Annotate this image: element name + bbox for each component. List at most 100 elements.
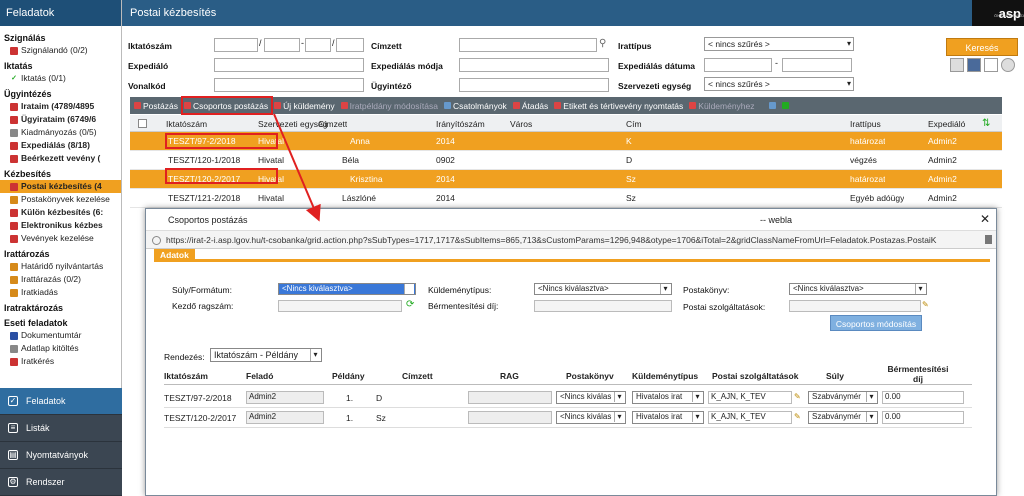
grid-column-2[interactable]: Címzett (318, 119, 347, 129)
nav-2[interactable]: ▤ Nyomtatványok (0, 442, 122, 469)
toolbar-button-6[interactable]: Etikett és tértivevény nyomtatás (554, 101, 683, 111)
dialog-cell-szolg[interactable]: K_AJN, K_TEV (708, 391, 792, 404)
document-icon (10, 102, 18, 111)
date-to-input[interactable] (782, 58, 852, 72)
sidebar-section-5: Iratraktározás (0, 299, 121, 314)
dialog-cell-kuldemeny[interactable]: Hivatalos irat (632, 411, 704, 424)
cimzett-input[interactable] (459, 38, 597, 52)
help-icon[interactable] (1001, 58, 1015, 72)
nav-0[interactable]: ✓ Feladatok (0, 388, 122, 415)
sidebar-item-6-0[interactable]: Dokumentumtár (0, 329, 121, 342)
toolbar-button-2[interactable]: Új küldemény (274, 101, 335, 111)
iktatoszam-input-2[interactable] (264, 38, 300, 52)
sidebar-item-3-4[interactable]: Vevények kezelése (0, 232, 121, 245)
grid-column-7[interactable]: Expediáló (928, 119, 965, 129)
expedialo-input[interactable] (214, 58, 364, 72)
select-all-checkbox[interactable] (138, 119, 147, 128)
iktatoszam-input-1[interactable] (214, 38, 258, 52)
dialog-cell-felado[interactable]: Admin2 (246, 411, 324, 424)
sidebar-item-0-0[interactable]: Szignálandó (0/2) (0, 44, 121, 57)
refresh-icon[interactable]: ⟳ (406, 299, 414, 310)
search-icon[interactable]: ⚲ (599, 38, 606, 49)
dialog-cell-szolg[interactable]: K_AJN, K_TEV (708, 411, 792, 424)
dialog-cell-dij[interactable]: 0.00 (882, 391, 964, 404)
postai-szolgaltatasok-input[interactable] (789, 300, 921, 312)
suly-select[interactable]: <Nincs kiválasztva> (278, 283, 416, 295)
grid-column-4[interactable]: Város (510, 119, 532, 129)
dialog-cell-peldany: 1. (346, 413, 354, 423)
sidebar-item-6-1[interactable]: Adatlap kitöltés (0, 342, 121, 355)
globe-icon (152, 236, 161, 245)
bermentesitesi-dij-input[interactable] (534, 300, 672, 312)
sidebar-item-2-1[interactable]: Ügyirataim (6749/6 (0, 113, 121, 126)
vonalkod-input[interactable] (214, 78, 364, 92)
new-document-icon[interactable] (984, 58, 998, 72)
sidebar-section-label: Kézbesítés (4, 169, 52, 179)
excel-icon[interactable] (781, 102, 789, 109)
asp-logo: ÖNKORMÁNYZATI asp (972, 0, 1024, 26)
dialog-cell-suly[interactable]: Szabványmér (808, 391, 878, 404)
dialog-cell-rag[interactable] (468, 411, 552, 424)
ugyintezo-input[interactable] (459, 78, 609, 92)
save-icon[interactable] (967, 58, 981, 72)
dialog-cell-iktatoszam: TESZT/120-2/2017 (164, 413, 237, 423)
csoportos-modositas-button[interactable]: Csoportos módosítás (830, 315, 922, 331)
dialog-cell-felado[interactable]: Admin2 (246, 391, 324, 404)
close-icon[interactable]: ✕ (980, 212, 990, 226)
sidebar-item-4-2[interactable]: Iratkiadás (0, 286, 121, 299)
sidebar-item-4-1[interactable]: Irattárazás (0/2) (0, 273, 121, 286)
grid-column-5[interactable]: Cím (626, 119, 642, 129)
calendar-icon (10, 262, 18, 271)
szervezeti-egyseg-select[interactable]: < nincs szűrés > (704, 77, 854, 91)
kezdo-ragszam-input[interactable] (278, 300, 402, 312)
kuldemenytipus-select[interactable]: <Nincs kiválasztva> (534, 283, 672, 295)
dialog-cell-postakonyv[interactable]: <Nincs kiválas (556, 411, 626, 424)
toolbar-button-0[interactable]: Postázás (134, 101, 178, 111)
search-button[interactable]: Keresés (946, 38, 1018, 56)
date-from-input[interactable] (704, 58, 772, 72)
dialog-cell-suly[interactable]: Szabványmér (808, 411, 878, 424)
sidebar-item-2-4[interactable]: Beérkezett vevény ( (0, 152, 121, 165)
dialog-cell-rag[interactable] (468, 391, 552, 404)
sidebar-item-label: Határidő nyilvántartás (21, 261, 104, 271)
sidebar: Feladatok Szignálás Szignálandó (0/2) Ikta… (0, 0, 122, 496)
pencil-icon[interactable]: ✎ (794, 413, 802, 421)
postakonyv-select[interactable]: <Nincs kiválasztva> (789, 283, 927, 295)
toolbar-button-4[interactable]: Csatolmányok (443, 101, 507, 111)
dialog-cell-postakonyv[interactable]: <Nincs kiválas (556, 391, 626, 404)
nav-3[interactable]: ⚙ Rendszer (0, 469, 122, 496)
sidebar-item-4-0[interactable]: Határidő nyilvántartás (0, 260, 121, 273)
dialog-cell-kuldemeny[interactable]: Hivatalos irat (632, 391, 704, 404)
refresh-icon[interactable]: ⇅ (982, 118, 990, 129)
sidebar-item-3-2[interactable]: Külön kézbesítés (6: (0, 206, 121, 219)
dialog-cell-dij[interactable]: 0.00 (882, 411, 964, 424)
grid-column-3[interactable]: Irányítószám (436, 119, 485, 129)
sidebar-item-1-0[interactable]: ✓ Iktatás (0/1) (0, 72, 121, 85)
nav-1[interactable]: ≡ Listák (0, 415, 122, 442)
sidebar-item-2-3[interactable]: Expediálás (8/18) (0, 139, 121, 152)
sidebar-item-3-1[interactable]: Postakönyvek kezelése (0, 193, 121, 206)
toolbar-icon (689, 102, 697, 109)
sidebar-item-3-3[interactable]: Elektronikus kézbes (0, 219, 121, 232)
document-icon (10, 115, 18, 124)
expedialas-modja-input[interactable] (459, 58, 609, 72)
grid-column-0[interactable]: Iktatószám (166, 119, 207, 129)
print-icon[interactable] (768, 102, 776, 109)
clear-icon[interactable] (950, 58, 964, 72)
pencil-icon[interactable]: ✎ (922, 301, 930, 309)
sidebar-item-label: Iktatás (0/1) (21, 73, 66, 83)
pencil-icon[interactable]: ✎ (794, 393, 802, 401)
highlight-row-1 (165, 133, 278, 149)
sidebar-item-3-0[interactable]: Postai kézbesítés (4 (0, 180, 121, 193)
iktatoszam-input-4[interactable] (336, 38, 364, 52)
iktatoszam-input-3[interactable] (305, 38, 331, 52)
table-row[interactable]: TESZT/121-2/2018 Hivatal Lászlóné 2014 Sz Egy… (130, 189, 1002, 208)
rendezes-select[interactable]: Iktatószám - Példány (210, 348, 322, 362)
sidebar-item-2-0[interactable]: Irataim (4789/4895 (0, 100, 121, 113)
sidebar-item-6-2[interactable]: Iratkérés (0, 355, 121, 368)
grid-cell-irsz: 0902 (436, 155, 455, 165)
toolbar-button-5[interactable]: Átadás (512, 101, 548, 111)
irattipus-select[interactable]: < nincs szűrés > (704, 37, 854, 51)
grid-column-6[interactable]: Irattípus (850, 119, 881, 129)
sidebar-item-2-2[interactable]: Kiadmányozás (0/5) (0, 126, 121, 139)
